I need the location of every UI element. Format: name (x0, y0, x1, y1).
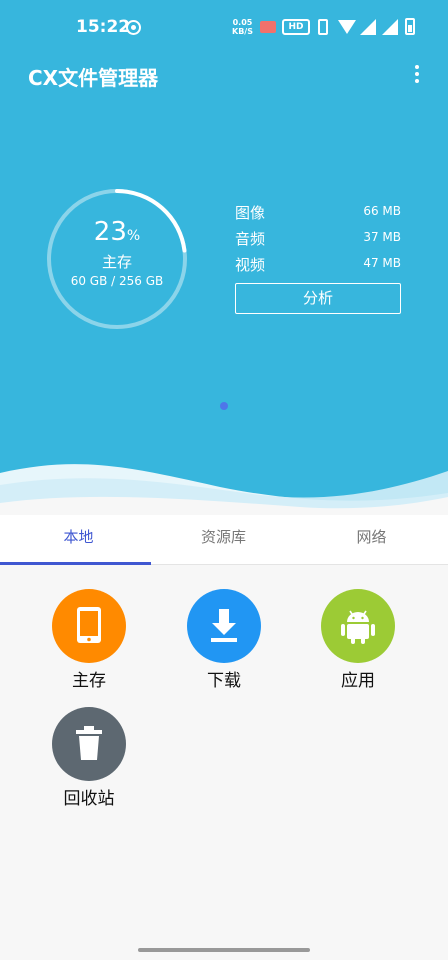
page-indicator-dot (220, 402, 228, 410)
wifi-icon (338, 20, 356, 34)
more-vert-icon[interactable] (407, 63, 427, 85)
network-speed: 0.05 KB/S (232, 18, 253, 36)
media-stat-row[interactable]: 图像 66 MB (235, 200, 401, 222)
media-stat-row[interactable]: 视频 47 MB (235, 252, 401, 274)
recycle-bin-label: 回收站 (63, 789, 115, 809)
android-icon (341, 610, 375, 644)
circle-dot-icon (126, 20, 141, 35)
media-stat-value: 37 MB (363, 230, 401, 244)
downloads-circle (187, 589, 261, 663)
storage-usage-ring[interactable]: 23% 主存 60 GB / 256 GB (44, 186, 190, 332)
network-speed-value: 0.05 (232, 18, 253, 27)
active-tab-indicator (0, 562, 151, 565)
hd-icon: HD (282, 19, 310, 35)
home-indicator[interactable] (138, 948, 310, 952)
media-stat-value: 66 MB (363, 204, 401, 218)
media-stat-name: 视频 (235, 256, 266, 274)
tab-network[interactable]: 网络 (297, 515, 446, 565)
trash-icon (76, 726, 102, 760)
location-recycle-bin[interactable]: 回收站 (39, 707, 139, 817)
app-title: CX文件管理器 (28, 66, 159, 90)
main-storage-circle (52, 589, 126, 663)
location-main-storage[interactable]: 主存 (39, 589, 139, 699)
media-stat-name: 音频 (235, 230, 266, 248)
download-icon (211, 609, 237, 642)
network-speed-unit: KB/S (232, 27, 253, 36)
apps-label: 应用 (341, 671, 375, 691)
hd-label: HD (288, 22, 304, 32)
status-bar: 15:22 0.05 KB/S HD (0, 0, 448, 56)
storage-summary-panel: 15:22 0.05 KB/S HD CX文件管理器 23% 主存 60 GB … (0, 0, 448, 515)
tab-library[interactable]: 资源库 (149, 515, 298, 565)
vibrate-icon (318, 19, 328, 35)
storage-label: 主存 (101, 253, 132, 271)
main-storage-label: 主存 (72, 671, 106, 691)
signal-icon (382, 19, 398, 35)
media-stat-row[interactable]: 音频 37 MB (235, 226, 401, 248)
battery-icon (405, 18, 415, 35)
tablet-icon (77, 607, 101, 643)
signal-icon (360, 19, 376, 35)
location-tabs: 本地 资源库 网络 (0, 515, 448, 565)
cast-icon (260, 21, 276, 33)
tab-local[interactable]: 本地 (4, 515, 153, 565)
recycle-bin-circle (52, 707, 126, 781)
location-downloads[interactable]: 下载 (174, 589, 274, 699)
location-apps[interactable]: 应用 (308, 589, 408, 699)
status-time: 15:22 (76, 17, 131, 37)
downloads-label: 下载 (207, 671, 241, 691)
apps-circle (321, 589, 395, 663)
analyze-button[interactable]: 分析 (235, 283, 401, 314)
storage-size: 60 GB / 256 GB (70, 274, 164, 288)
media-stat-value: 47 MB (363, 256, 401, 270)
storage-percent: 23% (44, 217, 190, 247)
decorative-wave (0, 464, 448, 515)
storage-percent-value: 23 (93, 217, 127, 247)
storage-percent-sign: % (126, 228, 141, 244)
media-stat-name: 图像 (235, 204, 266, 222)
